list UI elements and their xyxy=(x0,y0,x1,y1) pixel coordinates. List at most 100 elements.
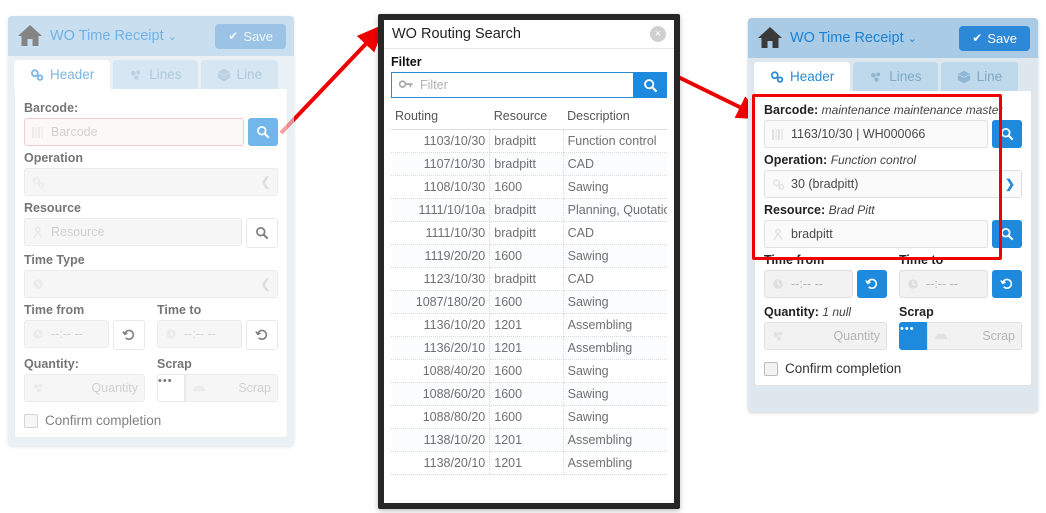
tab-lines[interactable]: Lines xyxy=(853,62,938,91)
right-tab-bar: Header Lines Line xyxy=(748,58,1038,91)
search-icon xyxy=(1001,228,1014,241)
table-row[interactable]: 1087/180/20 1600 Sawing xyxy=(391,290,667,314)
gears-icon xyxy=(30,68,44,82)
table-row[interactable]: 1119/20/20 1600 Sawing xyxy=(391,244,667,268)
resource-input[interactable]: bradpitt xyxy=(764,220,988,248)
quantity-input[interactable]: Quantity xyxy=(24,374,145,402)
tab-lines[interactable]: Lines xyxy=(113,60,198,89)
scrap-dots-label: ••• xyxy=(900,323,915,335)
cell-routing: 1088/80/20 xyxy=(391,405,491,429)
home-icon[interactable] xyxy=(16,22,44,50)
table-row[interactable]: 1108/10/30 1600 Sawing xyxy=(391,175,667,199)
table-row[interactable]: 1136/20/10 1201 Assembling xyxy=(391,336,667,360)
resource-search-button[interactable] xyxy=(992,220,1022,248)
operation-select[interactable]: ❮ xyxy=(24,168,278,196)
time-to-input[interactable]: --:-- -- xyxy=(899,270,988,298)
resource-label: Resource xyxy=(24,201,81,215)
table-row[interactable]: 1111/10/30 bradpitt CAD xyxy=(391,221,667,245)
barcode-search-button[interactable] xyxy=(248,118,278,146)
cell-description: Assembling xyxy=(563,336,667,360)
barcode-input[interactable]: 1163/10/30 | WH000066 xyxy=(764,120,988,148)
barcode-label-text: Barcode: xyxy=(764,103,819,117)
tab-header[interactable]: Header xyxy=(754,62,851,91)
time-to-row: --:-- -- xyxy=(157,320,278,350)
table-row[interactable]: 1088/40/20 1600 Sawing xyxy=(391,359,667,383)
scrap-input[interactable]: Scrap xyxy=(185,374,278,402)
resource-input[interactable]: Resource xyxy=(24,218,242,246)
scrap-input[interactable]: Scrap xyxy=(927,322,1022,350)
confirm-completion-row[interactable]: Confirm completion xyxy=(764,361,1022,376)
time-to-input[interactable]: --:-- -- xyxy=(157,320,242,348)
time-type-select[interactable]: ❮ xyxy=(24,270,278,298)
col-description[interactable]: Description xyxy=(563,105,667,130)
gears-icon xyxy=(31,176,45,189)
chevron-down-icon[interactable]: ⌄ xyxy=(168,30,177,43)
chevron-down-icon[interactable]: ❮ xyxy=(260,276,271,292)
time-to-placeholder: --:-- -- xyxy=(926,277,958,291)
chevron-down-icon[interactable]: ⌄ xyxy=(908,32,917,45)
scrap-placeholder: Scrap xyxy=(238,381,271,395)
table-row[interactable]: 1103/10/30 bradpitt Function control xyxy=(391,129,667,153)
table-row[interactable]: 1123/10/30 bradpitt CAD xyxy=(391,267,667,291)
filter-input[interactable]: Filter xyxy=(391,72,633,98)
barcode-icon xyxy=(771,128,785,140)
quantity-input[interactable]: Quantity xyxy=(764,322,887,350)
barcode-row: Barcode xyxy=(24,118,278,146)
tab-line[interactable]: Line xyxy=(200,60,279,89)
col-resource[interactable]: Resource xyxy=(489,105,564,130)
resource-row: Resource xyxy=(24,218,278,248)
time-to-row: --:-- -- xyxy=(899,270,1022,298)
table-row[interactable]: 1136/10/20 1201 Assembling xyxy=(391,313,667,337)
cell-routing: 1138/10/20 xyxy=(391,428,491,452)
save-button[interactable]: ✔ Save xyxy=(959,25,1030,51)
barcode-search-button[interactable] xyxy=(992,120,1022,148)
qty-scrap-row: Quantity: Quantity Scrap ••• Scrap xyxy=(24,352,278,402)
chevron-down-icon[interactable]: ❮ xyxy=(260,174,271,190)
cell-resource: 1600 xyxy=(489,382,564,406)
table-row[interactable]: 1111/10/10a bradpitt Planning, Quotation xyxy=(391,198,667,222)
col-routing[interactable]: Routing xyxy=(391,105,490,130)
operation-label: Operation: Function control xyxy=(764,153,1022,167)
table-row[interactable]: 1088/60/20 1600 Sawing xyxy=(391,382,667,406)
cell-resource: 1201 xyxy=(489,336,564,360)
box-icon xyxy=(217,68,231,82)
save-button[interactable]: ✔ Save xyxy=(215,23,286,49)
scrap-dots-label: ••• xyxy=(158,375,173,387)
resource-search-button[interactable] xyxy=(246,218,278,248)
time-from-input[interactable]: --:-- -- xyxy=(24,320,109,348)
filter-search-button[interactable] xyxy=(633,72,667,98)
cell-resource: 1201 xyxy=(489,451,564,475)
barcode-value: 1163/10/30 | WH000066 xyxy=(791,127,926,141)
cell-resource: 1600 xyxy=(489,359,564,383)
scrap-options-button[interactable]: ••• xyxy=(899,322,927,350)
close-icon[interactable]: × xyxy=(650,26,666,42)
home-icon[interactable] xyxy=(756,24,784,52)
tab-line[interactable]: Line xyxy=(940,62,1019,91)
table-row[interactable]: 1138/20/10 1201 Assembling xyxy=(391,451,667,475)
scrap-options-button[interactable]: ••• xyxy=(157,374,185,402)
cell-routing: 1136/20/10 xyxy=(391,336,491,360)
cell-routing: 1111/10/10a xyxy=(391,198,491,222)
routing-results-table: Routing Resource Description 1103/10/30 b… xyxy=(391,105,667,475)
operation-value: 30 (bradpitt) xyxy=(791,177,859,191)
time-from-input[interactable]: --:-- -- xyxy=(764,270,853,298)
operation-label-text: Operation: xyxy=(764,153,828,167)
time-from-now-button[interactable] xyxy=(857,270,887,298)
table-row[interactable]: 1107/10/30 bradpitt CAD xyxy=(391,152,667,176)
operation-select[interactable]: 30 (bradpitt) ❯ xyxy=(764,170,1022,198)
wo-routing-search-window: WO Routing Search × Filter Filter Routin… xyxy=(378,14,680,509)
time-from-placeholder: --:-- -- xyxy=(791,277,823,291)
table-row[interactable]: 1138/10/20 1201 Assembling xyxy=(391,428,667,452)
tab-header[interactable]: Header xyxy=(14,60,111,89)
time-to-now-button[interactable] xyxy=(246,320,278,350)
time-to-now-button[interactable] xyxy=(992,270,1022,298)
barcode-input[interactable]: Barcode xyxy=(24,118,244,146)
confirm-completion-checkbox[interactable] xyxy=(24,413,38,428)
table-row[interactable]: 1088/80/20 1600 Sawing xyxy=(391,405,667,429)
molecule-icon xyxy=(129,68,143,82)
time-from-now-button[interactable] xyxy=(113,320,145,350)
scrap-label: Scrap xyxy=(157,357,192,371)
confirm-completion-row[interactable]: Confirm completion xyxy=(24,413,278,428)
chevron-down-icon[interactable]: ❯ xyxy=(1005,177,1015,191)
confirm-completion-checkbox[interactable] xyxy=(764,361,778,376)
